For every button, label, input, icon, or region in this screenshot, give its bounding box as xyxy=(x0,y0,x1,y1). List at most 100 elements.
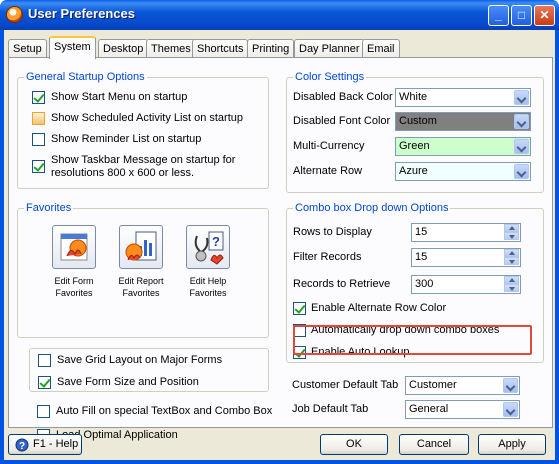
maximize-button[interactable]: □ xyxy=(511,5,532,26)
edit-help-favorites-button[interactable]: ? xyxy=(186,225,230,269)
combo-options-title: Combo box Drop down Options xyxy=(293,202,451,214)
disabled-font-color-select[interactable]: Custom xyxy=(395,112,531,131)
records-to-retrieve-value[interactable]: 300 xyxy=(415,278,433,290)
grid-form-options-group: Save Grid Layout on Major Forms Save For… xyxy=(29,348,269,392)
window-title: User Preferences xyxy=(28,6,135,21)
rows-to-display-value: 15 xyxy=(415,226,428,238)
tab-system[interactable]: System xyxy=(49,36,96,59)
edit-form-favorites-button[interactable] xyxy=(52,225,96,269)
filter-records-spinner[interactable]: 15 xyxy=(411,248,521,267)
show-scheduled-activity-checkbox[interactable] xyxy=(32,112,45,125)
ok-button[interactable]: OK xyxy=(320,434,388,455)
show-scheduled-activity-label: Show Scheduled Activity List on startup xyxy=(51,112,243,124)
svg-text:?: ? xyxy=(19,441,25,452)
customer-default-tab-value: Customer xyxy=(409,379,457,391)
spin-up-icon[interactable] xyxy=(504,224,519,232)
edit-help-favorites-label2: Favorites xyxy=(189,288,227,298)
job-default-tab-label: Job Default Tab xyxy=(292,403,369,415)
save-form-size-checkbox[interactable] xyxy=(38,376,51,389)
apply-button[interactable]: Apply xyxy=(478,434,546,455)
disabled-font-color-label: Disabled Font Color xyxy=(293,115,391,127)
tab-day-planner[interactable]: Day Planner xyxy=(294,39,365,58)
tab-themes[interactable]: Themes xyxy=(146,39,196,58)
edit-form-favorites-label: Edit Form xyxy=(54,276,94,286)
chevron-down-icon[interactable] xyxy=(514,90,529,105)
show-taskbar-message-checkbox[interactable] xyxy=(32,160,45,173)
title-bar[interactable]: User Preferences _ □ ✕ xyxy=(0,0,559,30)
save-form-size-label: Save Form Size and Position xyxy=(57,376,199,388)
minimize-button[interactable]: _ xyxy=(488,5,509,26)
color-settings-group: Color Settings Disabled Back Color White… xyxy=(286,71,544,193)
report-favorites-icon xyxy=(125,231,157,261)
spin-up-icon[interactable] xyxy=(504,276,519,284)
tab-setup[interactable]: Setup xyxy=(8,39,47,58)
auto-fill-label: Auto Fill on special TextBox and Combo B… xyxy=(56,405,273,417)
multi-currency-select[interactable]: Green xyxy=(395,137,531,156)
dialog-client-area: Setup System Desktop Themes Shortcuts Pr… xyxy=(4,30,555,460)
chevron-down-icon[interactable] xyxy=(514,139,529,154)
show-start-menu-label: Show Start Menu on startup xyxy=(51,91,188,103)
filter-records-label: Filter Records xyxy=(293,251,362,263)
tab-printing[interactable]: Printing xyxy=(247,39,295,58)
chevron-down-icon[interactable] xyxy=(514,114,529,129)
show-reminder-label: Show Reminder List on startup xyxy=(51,133,202,145)
system-tab-panel: General Startup Options Show Start Menu … xyxy=(8,57,553,442)
cancel-button[interactable]: Cancel xyxy=(399,434,469,455)
auto-fill-checkbox[interactable] xyxy=(37,405,50,418)
help-icon: ? xyxy=(15,438,29,452)
filter-records-value: 15 xyxy=(415,251,428,263)
tab-desktop[interactable]: Desktop xyxy=(98,39,149,58)
chevron-down-icon[interactable] xyxy=(503,402,518,417)
help-button[interactable]: ? F1 - Help xyxy=(8,434,82,455)
records-to-retrieve-spinner[interactable]: 300 xyxy=(411,275,521,294)
edit-form-favorites-label2: Favorites xyxy=(55,288,93,298)
spin-down-icon[interactable] xyxy=(504,232,519,240)
rows-to-display-label: Rows to Display xyxy=(293,226,372,238)
show-taskbar-message-label-line2: resolutions 800 x 600 or less. xyxy=(51,167,195,179)
help-button-label: F1 - Help xyxy=(33,438,79,450)
chevron-down-icon[interactable] xyxy=(514,164,529,179)
spin-down-icon[interactable] xyxy=(504,284,519,292)
tab-email[interactable]: Email xyxy=(362,39,400,58)
show-start-menu-checkbox[interactable] xyxy=(32,91,45,104)
chevron-down-icon[interactable] xyxy=(503,378,518,393)
disabled-back-color-value: White xyxy=(399,91,428,103)
edit-report-favorites-label2: Favorites xyxy=(122,288,160,298)
edit-help-favorites-label: Edit Help xyxy=(189,276,227,286)
favorites-group: Favorites Edit Form Favorites Edit Repor… xyxy=(17,202,269,338)
startup-options-group: General Startup Options Show Start Menu … xyxy=(17,71,269,189)
disabled-font-color-value: Custom xyxy=(399,115,437,127)
disabled-back-color-select[interactable]: White xyxy=(395,88,531,107)
disabled-back-color-label: Disabled Back Color xyxy=(293,91,393,103)
alternate-row-select[interactable]: Azure xyxy=(395,162,531,181)
records-to-retrieve-highlight xyxy=(293,325,532,355)
form-favorites-icon xyxy=(60,233,88,261)
edit-report-favorites-label: Edit Report xyxy=(118,276,164,286)
multi-currency-value: Green xyxy=(399,140,430,152)
job-default-tab-select[interactable]: General xyxy=(405,400,520,419)
startup-options-title: General Startup Options xyxy=(24,71,147,83)
edit-report-favorites-button[interactable] xyxy=(119,225,163,269)
show-taskbar-message-label: Show Taskbar Message on startup for xyxy=(51,154,236,166)
close-button[interactable]: ✕ xyxy=(534,5,555,26)
spin-up-icon[interactable] xyxy=(504,249,519,257)
app-icon xyxy=(6,6,23,23)
multi-currency-label: Multi-Currency xyxy=(293,140,365,152)
enable-alternate-row-color-label: Enable Alternate Row Color xyxy=(311,302,447,314)
help-favorites-icon: ? xyxy=(194,231,224,265)
user-preferences-window: User Preferences _ □ ✕ Setup System Desk… xyxy=(0,0,559,464)
svg-text:?: ? xyxy=(212,234,220,249)
enable-alternate-row-color-checkbox[interactable] xyxy=(293,302,306,315)
job-default-tab-value: General xyxy=(409,403,449,415)
spin-down-icon[interactable] xyxy=(504,257,519,265)
tab-shortcuts[interactable]: Shortcuts xyxy=(192,39,249,58)
customer-default-tab-label: Customer Default Tab xyxy=(292,379,399,391)
records-to-retrieve-label: Records to Retrieve xyxy=(293,278,391,290)
alternate-row-value: Azure xyxy=(399,165,428,177)
customer-default-tab-select[interactable]: Customer xyxy=(405,376,520,395)
alternate-row-label: Alternate Row xyxy=(293,165,363,177)
save-grid-layout-label: Save Grid Layout on Major Forms xyxy=(57,354,223,366)
rows-to-display-spinner[interactable]: 15 xyxy=(411,223,521,242)
show-reminder-checkbox[interactable] xyxy=(32,133,45,146)
save-grid-layout-checkbox[interactable] xyxy=(38,354,51,367)
